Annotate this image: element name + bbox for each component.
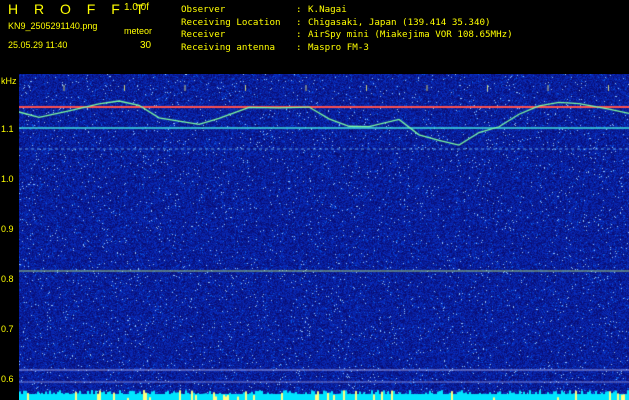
y-axis-unit: kHz bbox=[1, 76, 17, 86]
station-info: Observer: K.Nagai Receiving Location: Chig… bbox=[181, 4, 513, 54]
y-tick-label: 0.6 bbox=[1, 374, 14, 384]
spectrogram bbox=[19, 74, 629, 400]
y-tick-label: 0.8 bbox=[1, 274, 14, 284]
y-axis bbox=[0, 74, 19, 400]
file-name: KN9_2505291140.png bbox=[8, 21, 98, 31]
app-version: 1.0.0f bbox=[124, 2, 150, 13]
y-tick-label: 1.1 bbox=[1, 124, 14, 134]
y-tick-label: 1.0 bbox=[1, 174, 14, 184]
y-tick-label: 0.7 bbox=[1, 324, 14, 334]
y-tick-label: 0.9 bbox=[1, 224, 14, 234]
spectrogram-canvas bbox=[19, 74, 629, 400]
info-row-observer: Observer: K.Nagai bbox=[181, 4, 347, 15]
date-time: 25.05.29 11:40 bbox=[8, 40, 68, 50]
info-row-antenna: Receiving antenna: Maspro FM-3 bbox=[181, 41, 369, 53]
info-row-location: Receiving Location: Chigasaki, Japan (139… bbox=[181, 16, 491, 28]
meteor-count: 30 bbox=[140, 40, 152, 51]
info-row-receiver: Receiver: AirSpy mini (Miakejima VOR 108.… bbox=[181, 29, 513, 40]
meteor-label: meteor bbox=[124, 26, 153, 36]
header-panel: H R O F F T 1.0.0f KN9_2505291140.png 25… bbox=[0, 0, 629, 74]
